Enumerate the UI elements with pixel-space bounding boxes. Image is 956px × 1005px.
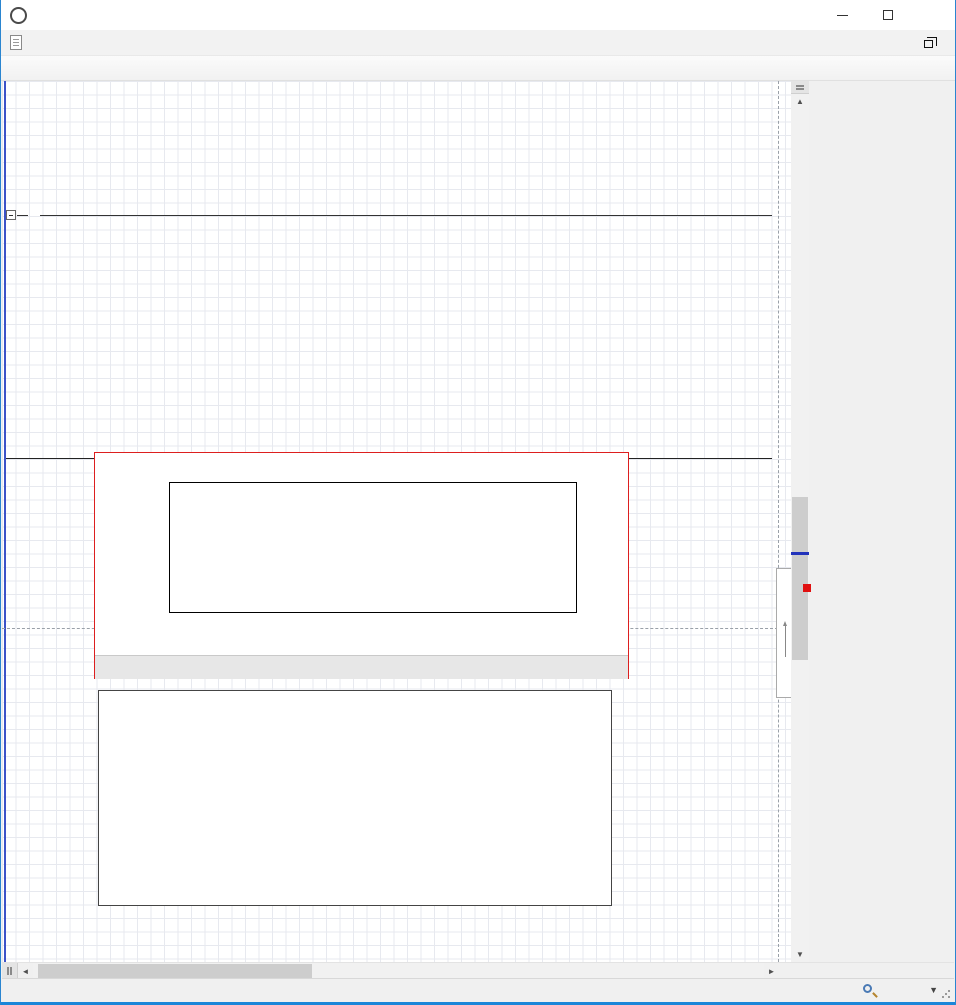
close-button[interactable]	[910, 0, 955, 30]
status-bar: ▼	[2, 978, 954, 1002]
section-collapse-icon[interactable]	[6, 210, 16, 220]
page-boundary-vertical	[778, 81, 779, 962]
scroll-left-button[interactable]: ◄	[18, 963, 33, 979]
minimize-icon	[837, 15, 848, 16]
scrollbar-error-marker	[803, 584, 811, 592]
worksheet-canvas[interactable]	[2, 81, 791, 962]
scroll-down-button[interactable]: ▼	[791, 947, 809, 962]
document-icon[interactable]	[10, 35, 22, 50]
horizontal-scroll-track[interactable]	[33, 963, 764, 979]
horizontal-scroll-thumb[interactable]	[38, 964, 312, 978]
title-bar	[1, 0, 955, 30]
horizontal-scrollbar[interactable]: ◄ ►	[2, 962, 954, 978]
collapsible-section-v	[6, 209, 772, 223]
toolbar	[1, 56, 955, 81]
fragment-y-axis-arrow-icon	[785, 625, 786, 657]
scroll-right-button[interactable]: ►	[764, 963, 779, 979]
vertical-scrollbar[interactable]: ▲ ▼	[791, 81, 809, 962]
chart-plot-area	[169, 482, 577, 613]
plot-region-sheer-vs-position[interactable]	[94, 452, 629, 679]
app-logo-icon	[10, 7, 27, 24]
zoom-icon	[863, 984, 872, 993]
restore-icon	[924, 40, 933, 48]
chart-legend-strip[interactable]	[95, 655, 628, 679]
minimize-button[interactable]	[820, 0, 865, 30]
resize-grip[interactable]	[941, 989, 951, 999]
mdi-restore-button[interactable]	[924, 38, 933, 48]
mdi-window-controls	[910, 30, 947, 55]
clipped-plot-fragment	[776, 568, 791, 698]
scroll-up-button[interactable]: ▲	[791, 94, 809, 109]
main-area: ▲ ▼	[2, 81, 954, 962]
scrollbar-page-marker	[791, 552, 809, 555]
vertical-scroll-thumb[interactable]	[792, 497, 808, 660]
vertical-splitter-button[interactable]	[791, 81, 809, 94]
plot-region-xy[interactable]	[98, 690, 612, 906]
menu-bar	[1, 30, 955, 56]
maximize-icon	[883, 10, 893, 20]
side-panel	[812, 81, 956, 962]
section-line	[17, 215, 28, 216]
horizontal-splitter-button[interactable]	[2, 963, 18, 979]
window-controls	[820, 0, 955, 30]
zoom-dropdown-icon[interactable]: ▼	[929, 985, 938, 995]
section-line	[40, 215, 772, 216]
maximize-button[interactable]	[865, 0, 910, 30]
app-window: ▲ ▼ ◄ ► ▼	[0, 0, 956, 1005]
